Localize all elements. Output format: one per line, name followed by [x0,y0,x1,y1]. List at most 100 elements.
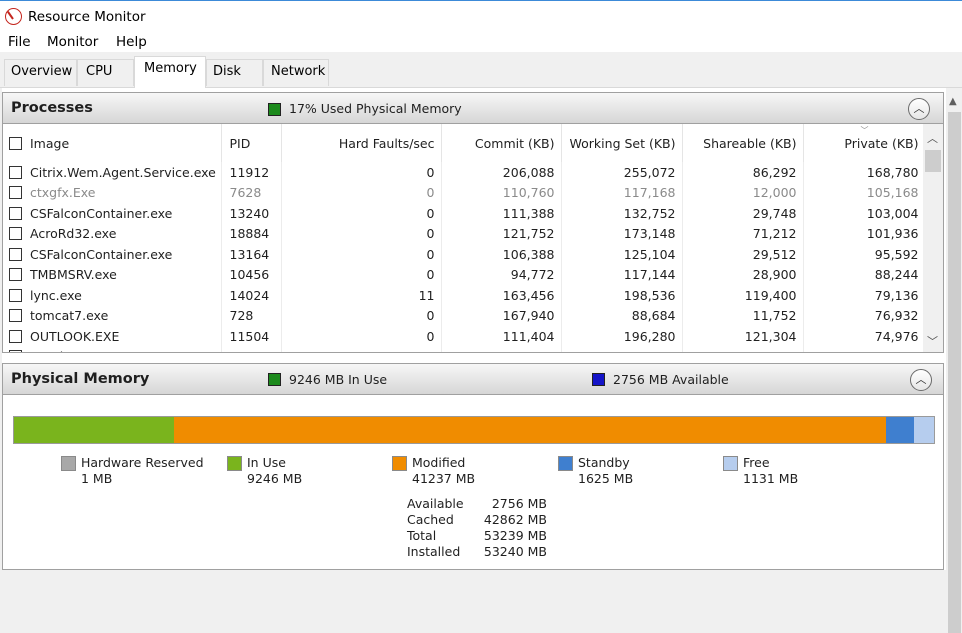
process-private: 69,324 [803,346,926,352]
processes-scrollbar[interactable]: ︿ ﹀ [923,124,943,352]
memory-segment-in-use [14,417,174,443]
tab-overview[interactable]: Overview [4,59,77,86]
table-row[interactable]: CSFalconContainer.exe 13240 0 111,388 132,75… [3,203,926,224]
summary-label: Cached [407,512,454,527]
menu-bar: File Monitor Help [0,32,962,52]
tab-network[interactable]: Network [263,59,329,86]
table-row[interactable]: AcroRd32.exe 18884 0 121,752 173,148 71,212 10… [3,223,926,244]
menu-monitor[interactable]: Monitor [47,34,98,50]
memory-segment-modified [173,417,887,443]
process-image: CSFalconContainer.exe [3,203,222,224]
table-row[interactable]: ctxgfx.Exe 7628 0 110,760 117,168 12,000 105,1… [3,182,926,203]
memory-usage-bar [13,416,935,444]
process-working-set: 198,536 [561,285,683,306]
process-working-set: 117,168 [561,182,683,203]
process-name: OUTLOOK.EXE [30,328,120,344]
legend-label: In Use [247,455,286,470]
summary-label: Total [407,528,437,543]
column-header-commit[interactable]: Commit (KB) [441,124,562,162]
window-title: Resource Monitor [28,9,146,25]
column-header-pid[interactable]: PID [221,124,282,162]
legend-value: 1131 MB [743,471,799,486]
process-checkbox[interactable] [9,206,22,220]
table-row[interactable]: OUTLOOK.EXE 11504 0 111,404 196,280 121,304 74… [3,326,926,347]
menu-help[interactable]: Help [116,34,147,50]
table-row[interactable]: spoolsv.exe 4088081,73295,45226,12869,324 [3,346,926,352]
tab-disk[interactable]: Disk [206,59,263,86]
process-checkbox[interactable] [9,288,22,302]
process-shareable: 29,512 [682,244,804,265]
processes-header[interactable]: Processes 17% Used Physical Memory ︿ [2,92,944,124]
column-header-image[interactable]: Image [3,124,222,162]
outer-scroll-up-icon[interactable]: ▲ [949,96,959,107]
process-checkbox[interactable] [9,350,22,352]
process-commit: 111,404 [441,326,562,347]
process-pid: 4088 [221,346,282,352]
scroll-down-icon[interactable]: ﹀ [927,333,938,349]
summary-value: 53239 MB [483,528,547,543]
physical-memory-collapse-button[interactable]: ︿ [910,369,932,391]
summary-row-available: Available 2756 MB [407,496,547,512]
process-working-set: 125,104 [561,244,683,265]
process-checkbox[interactable] [9,309,22,323]
menu-file[interactable]: File [8,34,31,50]
used-memory-note: 17% Used Physical Memory [289,101,462,116]
summary-value: 42862 MB [483,512,547,527]
process-private: 103,004 [803,203,926,224]
processes-collapse-button[interactable]: ︿ [908,98,930,120]
process-checkbox[interactable] [9,247,22,261]
process-pid: 13164 [221,244,282,265]
table-row[interactable]: CSFalconContainer.exe 13164 0 106,388 125,10… [3,244,926,265]
process-private: 88,244 [803,264,926,285]
process-image: lync.exe [3,285,222,306]
available-note: 2756 MB Available [613,372,729,387]
process-shareable: 29,748 [682,203,804,224]
legend-value: 41237 MB [412,471,476,486]
column-header-private[interactable]: ﹀ Private (KB) [803,124,926,162]
process-commit: 111,388 [441,203,562,224]
column-header-hard-faults[interactable]: Hard Faults/sec [281,124,442,162]
column-header-shareable[interactable]: Shareable (KB) [682,124,804,162]
process-hard-faults: 0 [281,203,442,224]
process-pid: 7628 [221,182,282,203]
chevron-up-icon: ︿ [915,373,927,386]
process-pid: 11912 [221,162,282,183]
outer-scroll-thumb[interactable] [948,112,961,633]
tab-cpu[interactable]: CPU [77,59,134,86]
table-row[interactable]: Citrix.Wem.Agent.Service.exe 11912 0 206,08… [3,162,926,183]
tab-memory[interactable]: Memory [134,56,206,88]
processes-scroll-thumb[interactable] [925,150,941,172]
process-commit: 106,388 [441,244,562,265]
process-pid: 10456 [221,264,282,285]
process-commit: 94,772 [441,264,562,285]
process-commit: 206,088 [441,162,562,183]
used-memory-swatch [268,103,281,116]
memory-segment-standby [886,417,915,443]
process-working-set: 196,280 [561,326,683,347]
table-row[interactable]: tomcat7.exe 728 0 167,940 88,684 11,752 76,932 [3,305,926,326]
process-private: 105,168 [803,182,926,203]
process-checkbox[interactable] [9,329,22,343]
physical-memory-header[interactable]: Physical Memory 9246 MB In Use 2756 MB A… [2,363,944,395]
process-name: ctxgfx.Exe [30,185,96,201]
process-shareable: 28,900 [682,264,804,285]
process-commit: 121,752 [441,223,562,244]
process-checkbox[interactable] [9,186,22,200]
column-label: Private (KB) [844,135,919,151]
in-use-swatch [268,373,281,386]
process-shareable: 12,000 [682,182,804,203]
process-checkbox[interactable] [9,268,22,282]
process-hard-faults: 0 [281,326,442,347]
modified-swatch [392,456,407,471]
summary-row-cached: Cached 42862 MB [407,512,547,528]
scroll-up-icon[interactable]: ︿ [927,130,938,146]
process-private: 74,976 [803,326,926,347]
process-checkbox[interactable] [9,165,22,179]
process-checkbox[interactable] [9,227,22,241]
column-header-working-set[interactable]: Working Set (KB) [561,124,683,162]
process-name: CSFalconContainer.exe [30,205,173,221]
select-all-checkbox[interactable] [9,136,22,150]
table-row[interactable]: lync.exe 14024 11 163,456 198,536 119,400 79,1… [3,285,926,306]
table-row[interactable]: TMBMSRV.exe 10456 0 94,772 117,144 28,900 88,2… [3,264,926,285]
process-image: CSFalconContainer.exe [3,244,222,265]
